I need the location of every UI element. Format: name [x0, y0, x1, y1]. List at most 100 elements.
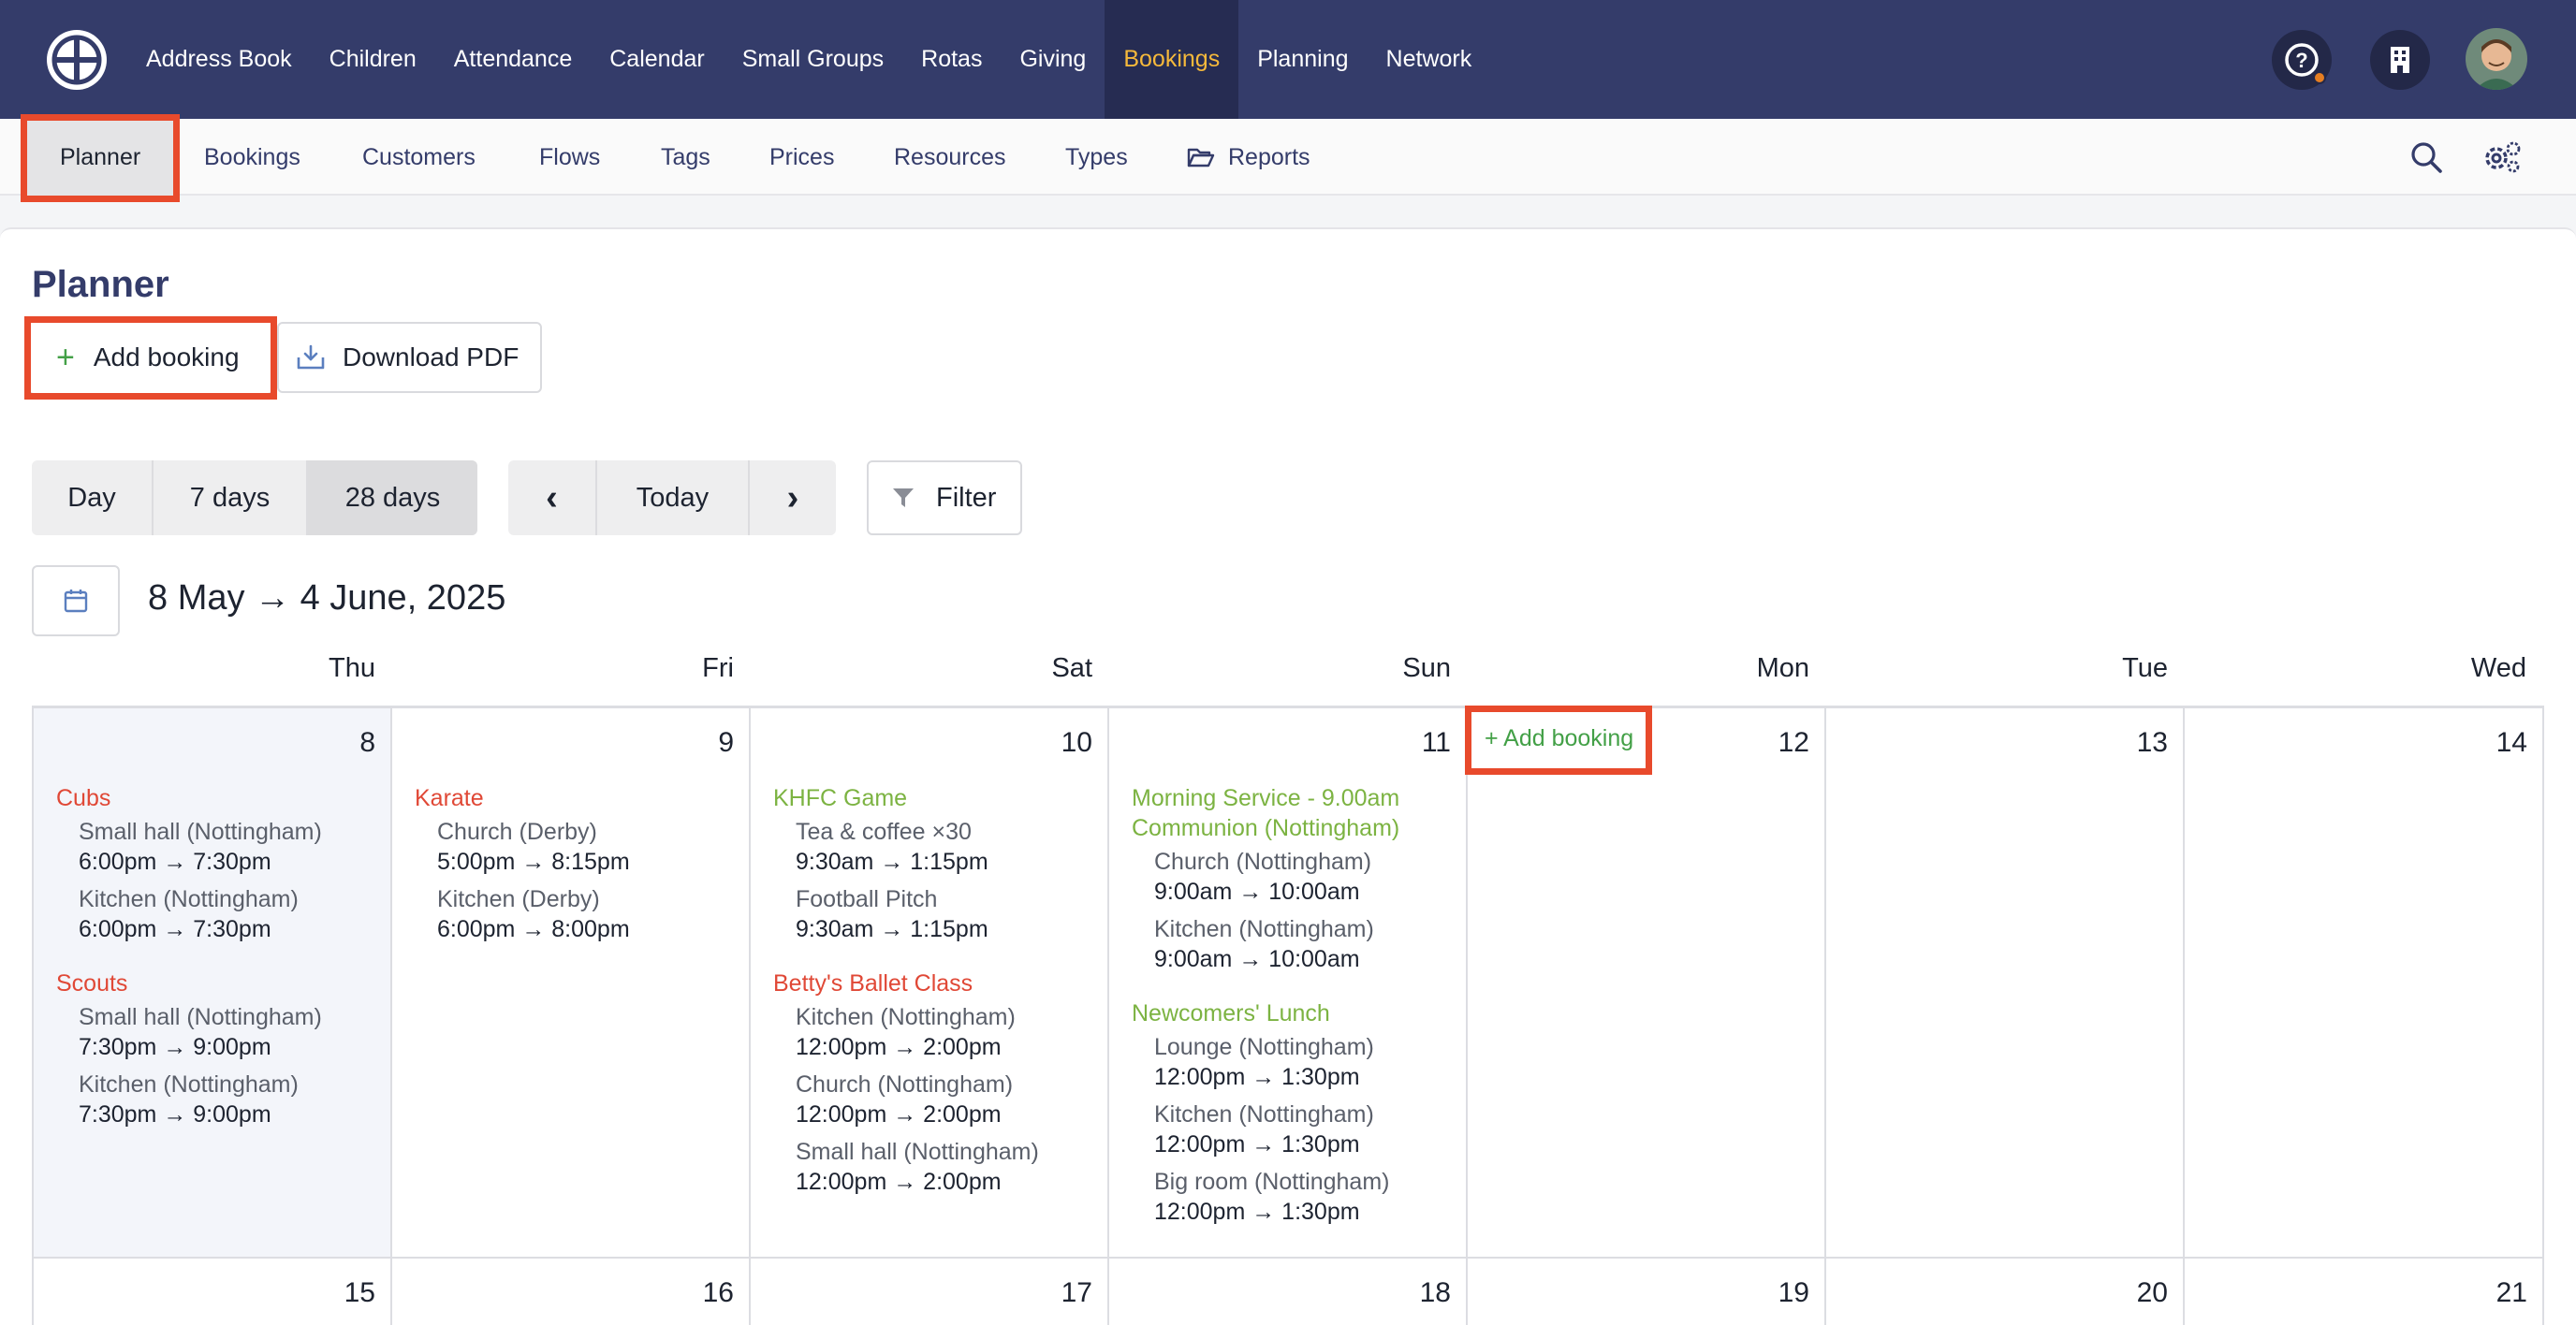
prev-button[interactable]: ‹ — [508, 460, 597, 535]
resource-time: 12:00pm → 1:30pm — [1154, 1131, 1360, 1158]
filter-button[interactable]: Filter — [867, 460, 1022, 535]
date-picker-button[interactable] — [32, 565, 120, 636]
subnav-tags[interactable]: Tags — [661, 119, 710, 196]
booking-title[interactable]: Betty's Ballet Class — [773, 968, 1098, 998]
nav-children[interactable]: Children — [311, 0, 435, 119]
resource-location: Kitchen (Nottingham) — [1154, 916, 1374, 942]
booking-resource[interactable]: Church (Nottingham) 12:00pm → 2:00pm — [796, 1070, 1098, 1129]
day-cell-13[interactable]: 13 — [1826, 708, 2185, 1259]
nav-giving[interactable]: Giving — [1001, 0, 1105, 119]
booking-event: KHFC Game Tea & coffee ×30 9:30am → 1:15pm… — [773, 783, 1098, 944]
booking-resource[interactable]: Church (Derby) 5:00pm → 8:15pm — [437, 817, 739, 877]
avatar[interactable] — [2466, 28, 2527, 90]
booking-event: Cubs Small hall (Nottingham) 6:00pm → 7:30… — [56, 783, 381, 944]
day-cell-8[interactable]: 8 Cubs Small hall (Nottingham) 6:00pm → 7:… — [34, 708, 392, 1259]
day-number: 14 — [2496, 727, 2527, 758]
wheel-logo-icon[interactable] — [45, 28, 109, 92]
subnav-planner[interactable]: Planner — [24, 119, 177, 196]
weekday-fri: Fri — [702, 653, 734, 683]
booking-resource[interactable]: Kitchen (Nottingham) 12:00pm → 1:30pm — [1154, 1099, 1456, 1159]
booking-resource[interactable]: Church (Nottingham) 9:00am → 10:00am — [1154, 847, 1456, 907]
day-cell-21[interactable]: 21 — [2185, 1259, 2544, 1325]
resource-location: Kitchen (Nottingham) — [1154, 1101, 1374, 1128]
booking-title[interactable]: Newcomers' Lunch — [1132, 998, 1456, 1028]
booking-title[interactable]: KHFC Game — [773, 783, 1098, 813]
view-toggle: Day 7 days 28 days — [32, 460, 477, 535]
today-button[interactable]: Today — [597, 460, 750, 535]
subnav-flows[interactable]: Flows — [539, 119, 600, 196]
resource-time: 6:00pm → 8:00pm — [437, 916, 630, 942]
day-number: 21 — [2496, 1277, 2527, 1308]
nav-bookings[interactable]: Bookings — [1105, 0, 1239, 119]
booking-resource[interactable]: Tea & coffee ×30 9:30am → 1:15pm — [796, 817, 1098, 877]
weekday-sun: Sun — [1402, 653, 1451, 683]
booking-resource[interactable]: Lounge (Nottingham) 12:00pm → 1:30pm — [1154, 1032, 1456, 1092]
resource-location: Small hall (Nottingham) — [79, 1004, 322, 1030]
view-28-days[interactable]: 28 days — [308, 460, 477, 535]
subnav-resources[interactable]: Resources — [894, 119, 1006, 196]
organisation-button[interactable] — [2370, 30, 2430, 90]
booking-resource[interactable]: Kitchen (Nottingham) 12:00pm → 2:00pm — [796, 1002, 1098, 1062]
day-cell-17[interactable]: 17 — [751, 1259, 1109, 1325]
building-icon — [2391, 47, 2409, 73]
booking-title[interactable]: Cubs — [56, 783, 381, 813]
booking-resource[interactable]: Small hall (Nottingham) 7:30pm → 9:00pm — [79, 1002, 381, 1062]
nav-planning[interactable]: Planning — [1238, 0, 1367, 119]
add-booking-button[interactable]: + Add booking — [28, 320, 273, 395]
day-cell-15[interactable]: 15 — [34, 1259, 392, 1325]
booking-resource[interactable]: Small hall (Nottingham) 6:00pm → 7:30pm — [79, 817, 381, 877]
resource-location: Church (Nottingham) — [796, 1071, 1014, 1098]
calendar-grid: 8 Cubs Small hall (Nottingham) 6:00pm → 7:… — [32, 706, 2544, 1325]
subnav-customers[interactable]: Customers — [362, 119, 476, 196]
day-cell-11[interactable]: 11 Morning Service - 9.00am Communion (N… — [1109, 708, 1468, 1259]
day-cell-20[interactable]: 20 — [1826, 1259, 2185, 1325]
booking-resource[interactable]: Kitchen (Derby) 6:00pm → 8:00pm — [437, 884, 739, 944]
search-icon[interactable] — [2409, 140, 2443, 174]
booking-title[interactable]: Morning Service - 9.00am Communion (Nott… — [1132, 783, 1456, 843]
resource-time: 12:00pm → 2:00pm — [796, 1034, 1002, 1060]
day-number: 15 — [344, 1277, 375, 1308]
day-cell-18[interactable]: 18 — [1109, 1259, 1468, 1325]
booking-event: Karate Church (Derby) 5:00pm → 8:15pm Kitch… — [415, 783, 739, 944]
booking-resource[interactable]: Kitchen (Nottingham) 6:00pm → 7:30pm — [79, 884, 381, 944]
weekday-tue: Tue — [2122, 653, 2168, 683]
booking-resource[interactable]: Small hall (Nottingham) 12:00pm → 2:00pm — [796, 1137, 1098, 1197]
nav-network[interactable]: Network — [1368, 0, 1491, 119]
view-day[interactable]: Day — [32, 460, 154, 535]
inline-add-booking-link[interactable]: + Add booking — [1485, 725, 1633, 752]
download-pdf-button[interactable]: Download PDF — [277, 322, 542, 393]
nav-address-book[interactable]: Address Book — [127, 0, 311, 119]
view-7-days[interactable]: 7 days — [154, 460, 308, 535]
day-number: 20 — [2136, 1277, 2168, 1308]
nav-rotas[interactable]: Rotas — [902, 0, 1001, 119]
subnav-reports[interactable]: Reports — [1187, 119, 1310, 196]
day-cell-19[interactable]: 19 — [1468, 1259, 1826, 1325]
day-cell-10[interactable]: 10 KHFC Game Tea & coffee ×30 9:30am → 1:1… — [751, 708, 1109, 1259]
booking-title[interactable]: Scouts — [56, 968, 381, 998]
date-range: 8 May → 4 June, 2025 — [148, 578, 506, 618]
booking-title[interactable]: Karate — [415, 783, 739, 813]
booking-resource[interactable]: Big room (Nottingham) 12:00pm → 1:30pm — [1154, 1167, 1456, 1227]
nav-small-groups[interactable]: Small Groups — [724, 0, 902, 119]
help-button[interactable]: ? — [2272, 30, 2332, 90]
nav-attendance[interactable]: Attendance — [435, 0, 592, 119]
day-cell-16[interactable]: 16 — [392, 1259, 751, 1325]
day-number: 17 — [1061, 1277, 1092, 1308]
day-cell-14[interactable]: 14 — [2185, 708, 2544, 1259]
weekday-thu: Thu — [329, 653, 375, 683]
booking-resource[interactable]: Kitchen (Nottingham) 7:30pm → 9:00pm — [79, 1070, 381, 1129]
subnav-types[interactable]: Types — [1065, 119, 1128, 196]
booking-resource[interactable]: Football Pitch 9:30am → 1:15pm — [796, 884, 1098, 944]
next-button[interactable]: › — [750, 460, 836, 535]
day-cell-9[interactable]: 9 Karate Church (Derby) 5:00pm → 8:15pm Kit… — [392, 708, 751, 1259]
day-number: 13 — [2136, 727, 2168, 758]
weekday-wed: Wed — [2470, 653, 2526, 683]
day-number: 18 — [1419, 1277, 1451, 1308]
day-cell-12[interactable]: + Add booking 12 — [1468, 708, 1826, 1259]
top-nav-items: Address Book Children Attendance Calenda… — [127, 0, 1490, 119]
booking-resource[interactable]: Kitchen (Nottingham) 9:00am → 10:00am — [1154, 914, 1456, 974]
subnav-bookings[interactable]: Bookings — [204, 119, 300, 196]
subnav-prices[interactable]: Prices — [769, 119, 834, 196]
nav-calendar[interactable]: Calendar — [591, 0, 723, 119]
settings-icon[interactable] — [2482, 139, 2522, 175]
